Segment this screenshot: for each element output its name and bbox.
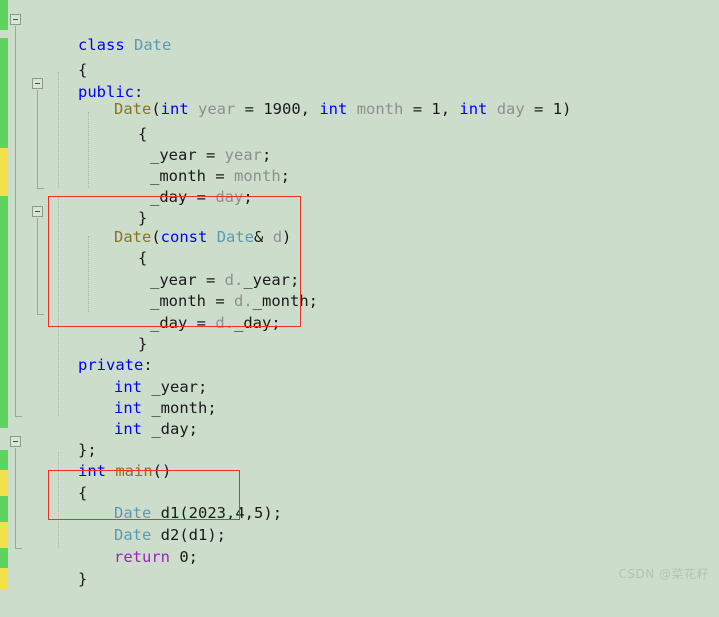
code-line[interactable]: } xyxy=(22,542,87,588)
keyword-int: int xyxy=(319,100,348,118)
param-day: day xyxy=(496,100,525,118)
csdn-watermark: CSDN @菜花籽 xyxy=(618,567,709,581)
default-day: 1 xyxy=(552,100,563,118)
default-year: 1900 xyxy=(263,100,301,118)
paren-close: ) xyxy=(562,100,572,118)
member-day: _day xyxy=(234,314,272,332)
return-value: 0; xyxy=(170,548,198,566)
code-text-area[interactable]: class Date { public: Date(int year = 190… xyxy=(0,0,719,590)
param-year: year xyxy=(198,100,236,118)
arg-day: 5 xyxy=(254,504,264,522)
close-brace: } xyxy=(78,570,88,588)
paren-open: ( xyxy=(151,100,161,118)
type-date: Date xyxy=(134,36,172,54)
keyword-int: int xyxy=(459,100,488,118)
object-d: d. xyxy=(215,314,234,332)
default-month: 1 xyxy=(431,100,441,118)
param-month: month xyxy=(356,100,404,118)
arg-month: 4 xyxy=(235,504,245,522)
code-line[interactable]: Date(int year = 1900, int month = 1, int… xyxy=(58,72,571,118)
member-day: _day xyxy=(150,314,188,332)
keyword-int: int xyxy=(160,100,189,118)
code-line[interactable]: class Date xyxy=(22,8,171,54)
keyword-return: return xyxy=(114,548,170,566)
code-editor-window: class Date { public: Date(int year = 190… xyxy=(0,0,719,590)
